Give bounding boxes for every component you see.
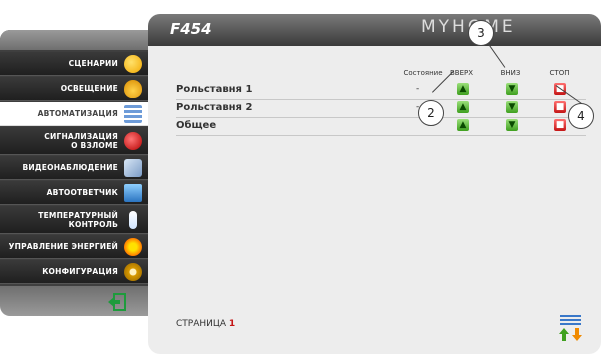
column-header-up: ВВЕРХ — [449, 69, 474, 77]
sidebar-item-label: СЦЕНАРИИ — [68, 59, 118, 68]
row-state: - — [416, 84, 420, 94]
up-button[interactable]: ▲ — [457, 83, 469, 95]
table-row: Рольставня 2 - ▲ ▼ ■ — [176, 100, 586, 118]
video-surveillance-icon — [124, 158, 142, 177]
configuration-gear-icon — [124, 262, 142, 281]
answering-machine-icon — [124, 183, 142, 202]
down-button[interactable]: ▼ — [506, 83, 518, 95]
sidebar-item-label: ТЕМПЕРАТУРНЫЙ КОНТРОЛЬ — [38, 210, 118, 229]
stop-button[interactable]: ■ — [554, 101, 566, 113]
sidebar-item-configuration[interactable]: КОНФИГУРАЦИЯ — [0, 260, 150, 284]
sidebar-footer — [0, 286, 150, 316]
lighting-icon — [124, 79, 142, 98]
callout-3: 3 — [468, 20, 494, 46]
sidebar-item-label: КОНФИГУРАЦИЯ — [42, 267, 118, 276]
thermometer-icon — [129, 210, 137, 229]
row-label: Рольставня 2 — [176, 102, 253, 113]
row-label: Общее — [176, 120, 217, 131]
callout-4: 4 — [568, 103, 594, 129]
panel-header: F454 MYHOME — [148, 14, 601, 46]
burglar-alarm-icon — [124, 131, 142, 150]
up-button[interactable]: ▲ — [457, 119, 469, 131]
up-button[interactable]: ▲ — [457, 101, 469, 113]
automation-icon — [124, 104, 142, 123]
page-number: 1 — [228, 319, 236, 329]
column-header-stop: СТОП — [549, 69, 570, 77]
sidebar-item-label: СИГНАЛИЗАЦИЯ О ВЗЛОМЕ — [44, 131, 118, 150]
energy-management-icon — [124, 237, 142, 256]
sort-icon[interactable] — [558, 314, 583, 342]
page-label: СТРАНИЦА — [176, 319, 227, 329]
table-header: Состояние ВВЕРХ ВНИЗ СТОП — [148, 69, 601, 81]
sidebar-item-energy-management[interactable]: УПРАВЛЕНИЕ ЭНЕРГИЕЙ — [0, 235, 150, 259]
sidebar-item-label: ОСВЕЩЕНИЕ — [60, 84, 118, 93]
sidebar-item-label: АВТОМАТИЗАЦИЯ — [37, 109, 118, 118]
table-row: Рольставня 1 - ▲ ▼ ■ — [176, 82, 586, 100]
down-button[interactable]: ▼ — [506, 119, 518, 131]
down-button[interactable]: ▼ — [506, 101, 518, 113]
sidebar-item-scenarios[interactable]: СЦЕНАРИИ — [0, 52, 150, 76]
sidebar-item-lighting[interactable]: ОСВЕЩЕНИЕ — [0, 77, 150, 101]
row-label: Рольставня 1 — [176, 84, 253, 95]
sidebar-item-automation[interactable]: АВТОМАТИЗАЦИЯ — [0, 102, 150, 126]
stop-button[interactable]: ■ — [554, 119, 566, 131]
sidebar-item-label: АВТООТВЕТЧИК — [46, 188, 118, 197]
sidebar-item-label: УПРАВЛЕНИЕ ЭНЕРГИЕЙ — [8, 242, 118, 251]
sidebar-header — [0, 30, 150, 50]
sidebar-item-answering-machine[interactable]: АВТООТВЕТЧИК — [0, 181, 150, 205]
callout-2: 2 — [418, 100, 444, 126]
main-panel: F454 MYHOME Состояние ВВЕРХ ВНИЗ СТОП Ро… — [148, 14, 601, 354]
scenarios-icon — [124, 54, 142, 73]
sidebar-item-video-surveillance[interactable]: ВИДЕОНАБЛЮДЕНИЕ — [0, 156, 150, 180]
sidebar-item-burglar-alarm[interactable]: СИГНАЛИЗАЦИЯ О ВЗЛОМЕ — [0, 127, 150, 155]
sidebar-item-label: ВИДЕОНАБЛЮДЕНИЕ — [22, 163, 118, 172]
table-row: Общее ▲ ▼ ■ — [176, 118, 586, 136]
column-header-down: ВНИЗ — [500, 69, 521, 77]
page-indicator: СТРАНИЦА 1 — [176, 319, 235, 329]
sidebar-item-temperature-control[interactable]: ТЕМПЕРАТУРНЫЙ КОНТРОЛЬ — [0, 206, 150, 234]
back-icon[interactable] — [107, 293, 127, 311]
page-title: F454 — [170, 20, 212, 38]
